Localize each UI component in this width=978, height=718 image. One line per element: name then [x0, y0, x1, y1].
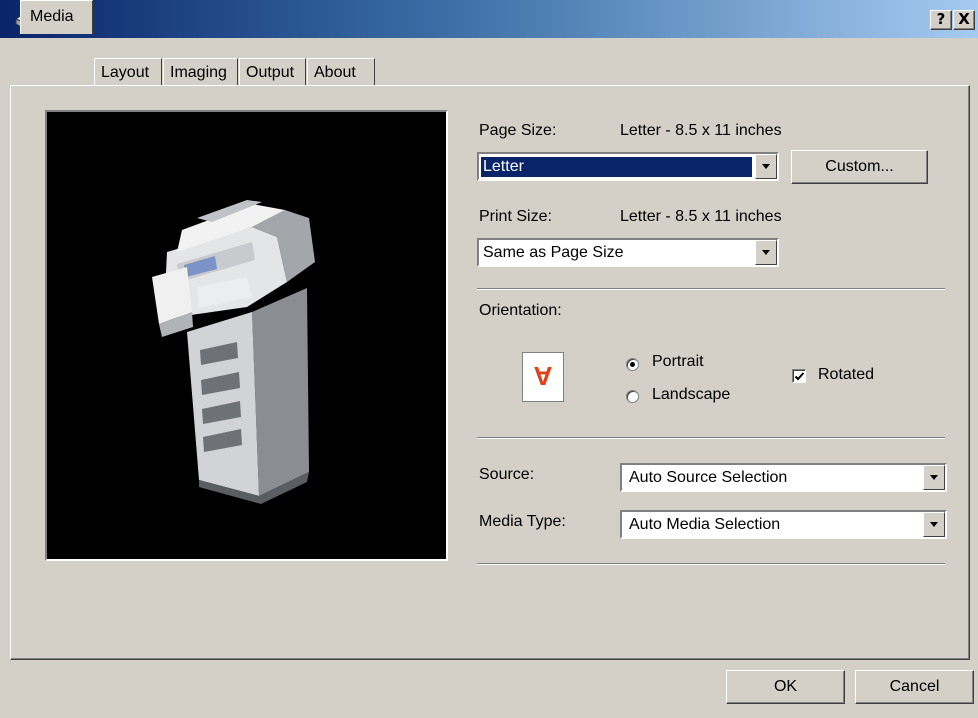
- tab-output[interactable]: Output: [239, 58, 306, 86]
- print-size-select[interactable]: Same as Page Size: [477, 238, 779, 267]
- tab-imaging[interactable]: Imaging: [163, 58, 238, 86]
- orientation-glyph: A: [533, 361, 553, 391]
- portrait-radio[interactable]: [626, 358, 639, 371]
- chevron-down-icon[interactable]: [755, 154, 777, 179]
- media-type-label: Media Type:: [479, 513, 566, 530]
- help-button[interactable]: ?: [930, 10, 952, 30]
- source-select[interactable]: Auto Source Selection: [620, 463, 947, 492]
- title-bar: ? X: [0, 0, 978, 38]
- ok-button[interactable]: OK: [726, 670, 845, 704]
- tab-layout[interactable]: Layout: [94, 58, 162, 86]
- custom-button[interactable]: Custom...: [791, 150, 928, 184]
- rotated-label[interactable]: Rotated: [818, 366, 874, 384]
- separator: [477, 563, 945, 565]
- page-size-select[interactable]: Letter: [477, 152, 779, 181]
- chevron-down-icon[interactable]: [755, 240, 777, 265]
- print-size-label: Print Size:: [479, 208, 552, 225]
- tab-label: Layout: [101, 64, 150, 81]
- source-selected: Auto Source Selection: [629, 469, 788, 486]
- page-size-selected: Letter: [481, 157, 752, 177]
- print-size-selected: Same as Page Size: [483, 244, 624, 261]
- orientation-label: Orientation:: [479, 302, 562, 319]
- tab-label: Media: [30, 8, 74, 25]
- checkmark-icon: [794, 372, 805, 381]
- rotated-checkbox[interactable]: [792, 369, 806, 383]
- portrait-label[interactable]: Portrait: [652, 353, 704, 371]
- source-label: Source:: [479, 466, 535, 483]
- media-type-select[interactable]: Auto Media Selection: [620, 510, 947, 539]
- separator: [477, 437, 945, 439]
- tab-media[interactable]: Media: [20, 0, 93, 34]
- page-size-label: Page Size:: [479, 122, 557, 139]
- printer-preview: [45, 110, 448, 561]
- tab-about[interactable]: About: [307, 58, 375, 86]
- landscape-radio[interactable]: [626, 390, 639, 403]
- chevron-down-icon[interactable]: [923, 512, 945, 537]
- print-size-value: Letter - 8.5 x 11 inches: [620, 208, 782, 225]
- media-type-selected: Auto Media Selection: [629, 516, 781, 533]
- tab-label: Imaging: [170, 64, 227, 81]
- separator: [477, 288, 945, 290]
- portrait-rotated-page-icon: A: [522, 352, 564, 402]
- tab-label: About: [314, 64, 356, 81]
- close-button[interactable]: X: [953, 10, 975, 30]
- landscape-label[interactable]: Landscape: [652, 386, 730, 404]
- cancel-button[interactable]: Cancel: [855, 670, 974, 704]
- page-size-value: Letter - 8.5 x 11 inches: [620, 122, 782, 139]
- copier-image: [152, 200, 315, 504]
- tab-label: Output: [246, 64, 295, 81]
- chevron-down-icon[interactable]: [923, 465, 945, 490]
